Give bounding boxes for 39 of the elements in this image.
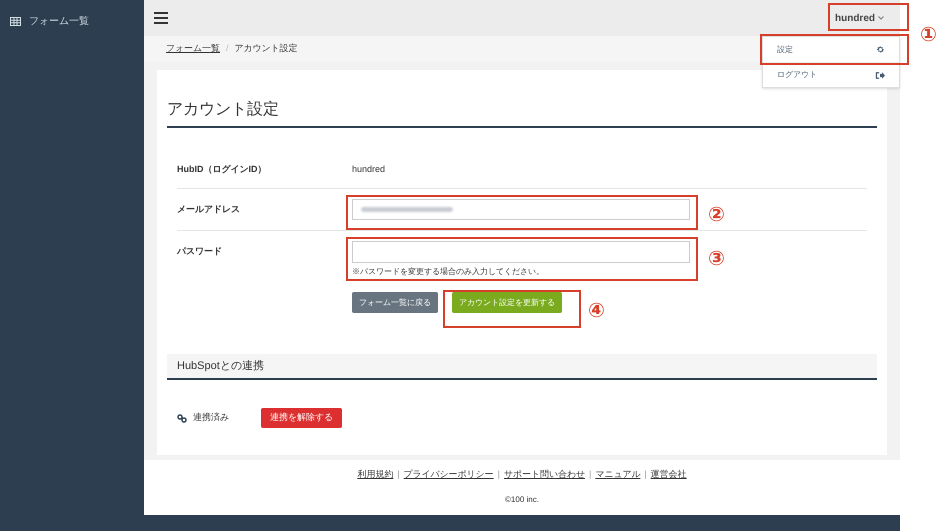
gear-icon [876, 45, 885, 54]
footer-link[interactable]: 利用規約 [357, 468, 394, 482]
logout-icon [875, 70, 885, 80]
menu-item[interactable]: 設定 [763, 37, 899, 62]
link-icon [177, 414, 187, 422]
field-label: HubID（ログインID） [177, 163, 268, 176]
email-field[interactable] [352, 199, 690, 220]
chevron-down-icon [878, 16, 884, 20]
section-header: HubSpotとの連携 [167, 354, 877, 380]
footer-separator: | [498, 468, 500, 481]
footer-link[interactable]: 運営会社 [650, 468, 687, 482]
annotation-number: ④ [588, 300, 605, 320]
annotation-number: ③ [708, 248, 725, 268]
footer-separator: | [589, 468, 592, 481]
copyright: ©100 inc. [505, 494, 539, 506]
menu-icon[interactable] [154, 12, 168, 24]
help-text: ※パスワードを変更する場合のみ入力してください。 [352, 266, 545, 278]
user-menu-button[interactable]: hundred [835, 10, 884, 26]
breadcrumb-separator: / [226, 42, 229, 56]
password-field[interactable] [352, 241, 690, 263]
annotation-number: ① [920, 24, 937, 44]
breadcrumb-link[interactable]: フォーム一覧 [166, 42, 220, 56]
footer-link[interactable]: サポート問い合わせ [504, 468, 585, 482]
field-value: hundred [352, 163, 386, 176]
sidebar-item[interactable]: フォーム一覧 [0, 12, 144, 31]
table-icon [10, 17, 21, 26]
footer-separator: | [644, 468, 647, 481]
footer-separator: | [397, 468, 400, 481]
menu-item[interactable]: ログアウト [763, 62, 899, 87]
unlink-button[interactable]: 連携を解除する [261, 408, 342, 428]
link-status: 連携済み [193, 411, 230, 424]
back-button[interactable]: フォーム一覧に戻る [352, 292, 438, 313]
footer-link[interactable]: マニュアル [595, 468, 640, 482]
page-title: アカウント設定 [167, 98, 877, 128]
breadcrumb-current: アカウント設定 [234, 42, 298, 56]
field-label: パスワード [177, 245, 223, 258]
footer-link[interactable]: プライバシーポリシー [404, 468, 494, 482]
annotation-number: ② [708, 204, 725, 224]
field-label: メールアドレス [177, 203, 241, 216]
